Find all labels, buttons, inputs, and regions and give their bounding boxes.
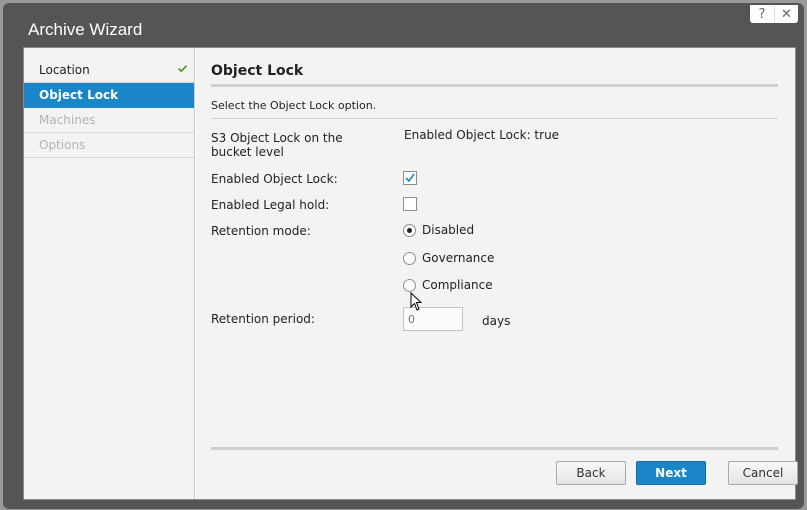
description-divider: [211, 118, 778, 119]
enabled-legal-hold-label: Enabled Legal hold:: [211, 198, 330, 212]
checkmark-icon: [177, 65, 188, 72]
enabled-object-lock-checkbox[interactable]: [403, 171, 417, 185]
step-label: Machines: [39, 113, 96, 127]
help-icon[interactable]: ?: [750, 5, 774, 23]
retention-period-unit: days: [482, 314, 511, 328]
retention-compliance-label[interactable]: Compliance: [422, 278, 493, 292]
step-options: Options: [24, 133, 194, 158]
retention-mode-label: Retention mode:: [211, 224, 311, 238]
bucket-lock-label: S3 Object Lock on the bucket level: [211, 131, 343, 159]
retention-governance-label[interactable]: Governance: [422, 251, 494, 265]
step-label: Object Lock: [39, 88, 119, 102]
wizard-body: Location Object Lock Machines Options Ob…: [23, 47, 798, 500]
step-object-lock[interactable]: Object Lock: [24, 83, 194, 108]
archive-wizard-window: Archive Wizard ? ✕ Location Object Lock …: [3, 3, 804, 509]
window-controls: ? ✕: [750, 5, 798, 23]
page-title: Object Lock: [211, 63, 304, 79]
next-button[interactable]: Next: [636, 461, 706, 485]
window-title: Archive Wizard: [28, 20, 143, 39]
retention-disabled-radio[interactable]: [403, 224, 416, 237]
bucket-lock-value: Enabled Object Lock: true: [404, 128, 560, 142]
title-divider: [211, 84, 778, 87]
wizard-steps-sidebar: Location Object Lock Machines Options: [24, 48, 195, 499]
step-label: Options: [39, 138, 86, 152]
retention-period-label: Retention period:: [211, 312, 315, 326]
checkbox-check-icon: [405, 173, 415, 183]
mouse-pointer-icon: [410, 292, 423, 311]
back-button[interactable]: Back: [556, 461, 626, 485]
retention-governance-radio[interactable]: [403, 252, 416, 265]
close-icon[interactable]: ✕: [774, 5, 798, 23]
footer-divider: [211, 447, 778, 450]
enabled-object-lock-label: Enabled Object Lock:: [211, 172, 338, 186]
step-label: Location: [39, 63, 90, 77]
step-location[interactable]: Location: [24, 58, 194, 83]
page-description: Select the Object Lock option.: [211, 99, 377, 112]
step-content: Object Lock Select the Object Lock optio…: [196, 48, 798, 499]
retention-compliance-radio[interactable]: [403, 279, 416, 292]
cancel-button[interactable]: Cancel: [728, 461, 798, 485]
enabled-legal-hold-checkbox[interactable]: [403, 197, 417, 211]
retention-disabled-label[interactable]: Disabled: [422, 223, 474, 237]
step-machines: Machines: [24, 108, 194, 133]
